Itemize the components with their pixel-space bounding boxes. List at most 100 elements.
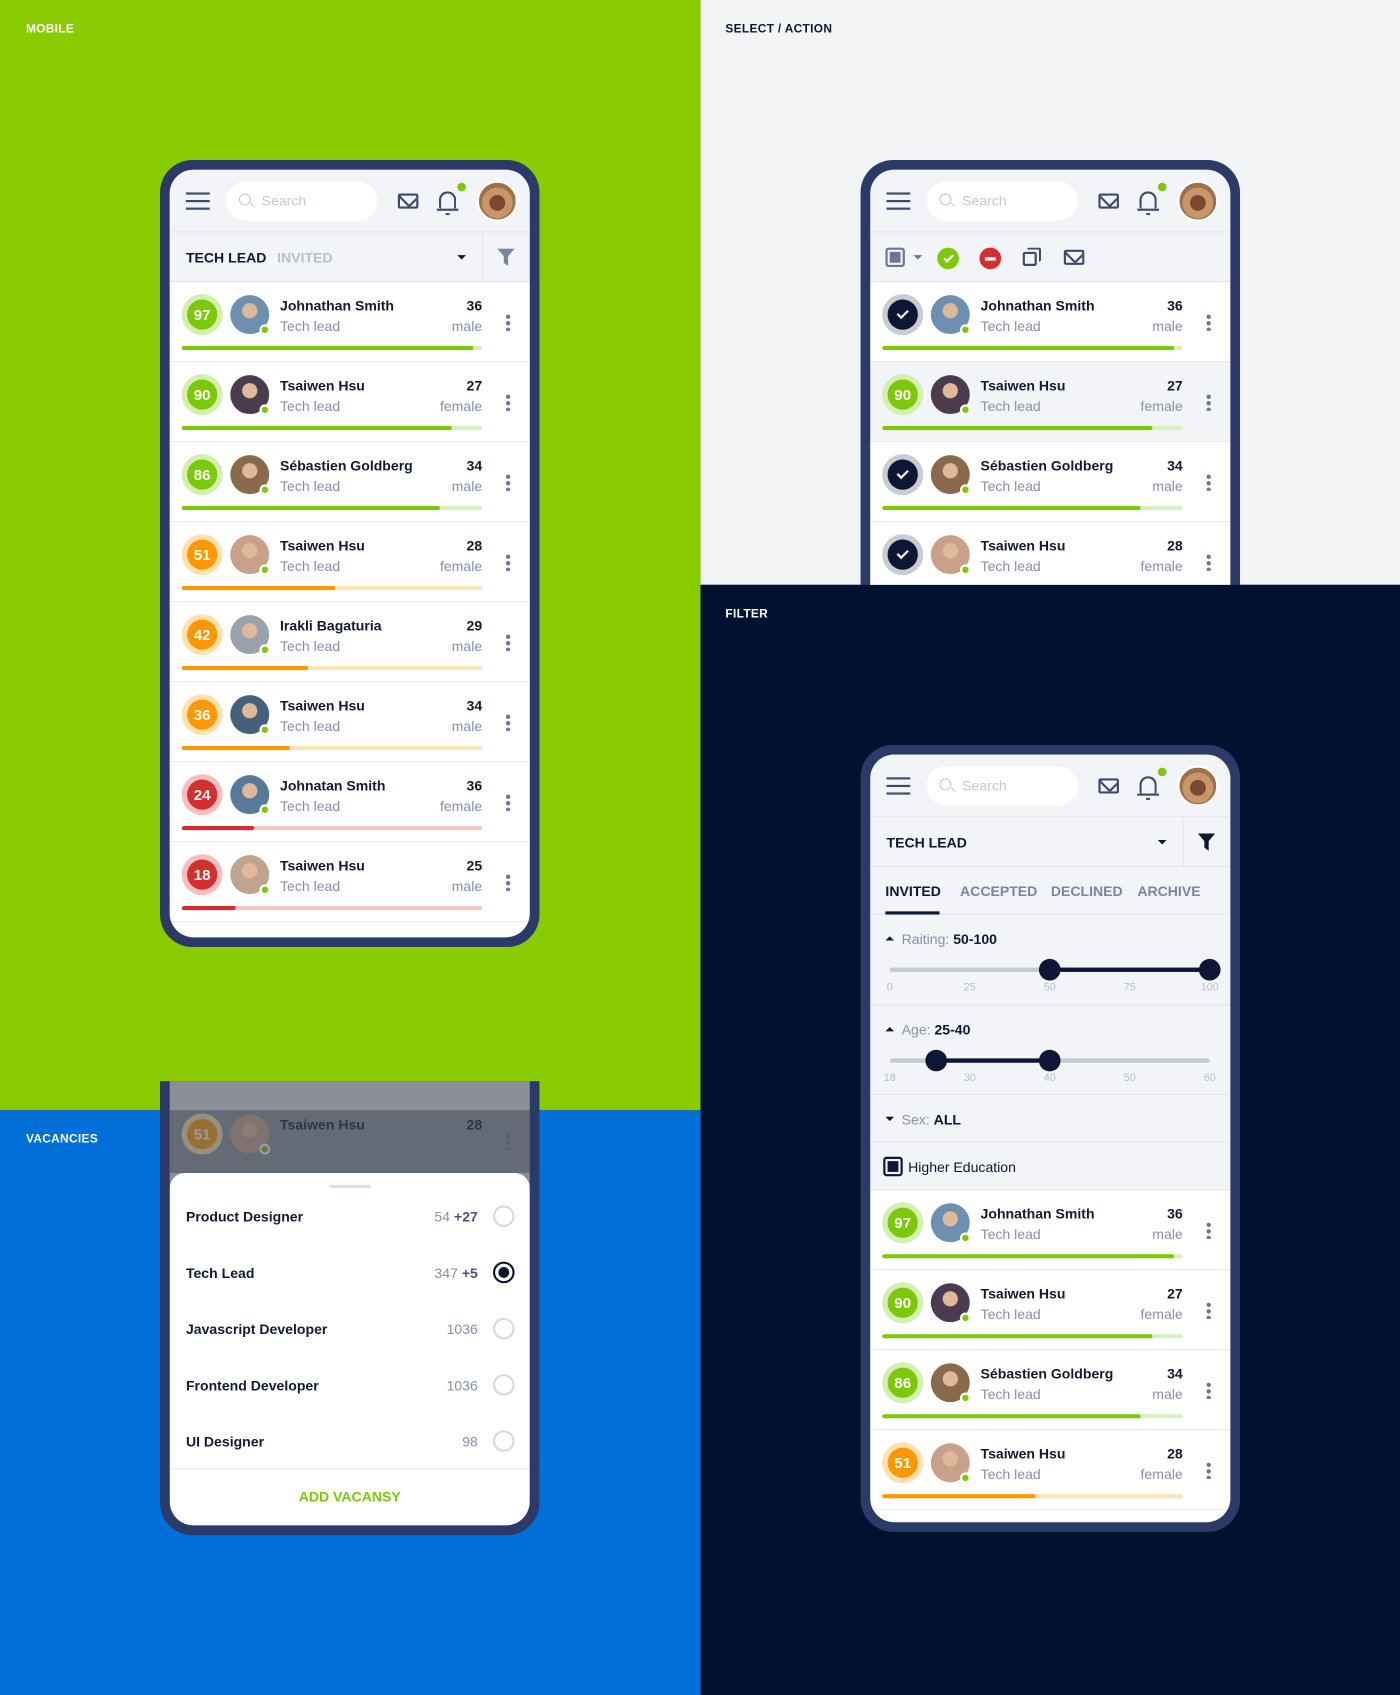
selected-checkbox[interactable] bbox=[882, 294, 924, 336]
vacancy-selector[interactable]: TECH LEAD INVITED bbox=[169, 232, 530, 283]
bell-icon[interactable] bbox=[1137, 776, 1159, 801]
tab-archive[interactable]: ARCHIVE bbox=[1137, 883, 1200, 899]
vacancy-option[interactable]: Tech Lead 347 +5 bbox=[170, 1245, 530, 1301]
drag-handle[interactable] bbox=[329, 1184, 371, 1189]
vacancy-selector[interactable]: TECH LEAD bbox=[870, 817, 1231, 868]
more-options-icon[interactable] bbox=[505, 713, 511, 731]
collapse-icon[interactable] bbox=[885, 1027, 895, 1032]
candidate-row[interactable]: 90 Tsaiwen Hsu Tech lead 27 female bbox=[870, 1270, 1231, 1351]
collapse-icon[interactable] bbox=[885, 936, 895, 941]
chevron-down-icon[interactable] bbox=[1157, 840, 1167, 845]
candidate-row[interactable]: 86 Sébastien Goldberg Tech lead 34 male bbox=[169, 442, 530, 523]
more-options-icon[interactable] bbox=[505, 793, 511, 811]
more-options-icon[interactable] bbox=[1206, 1461, 1211, 1479]
rating-slider[interactable] bbox=[889, 958, 1221, 981]
candidate-row[interactable]: 97 Johnathan Smith Tech lead 36 male bbox=[169, 282, 530, 363]
tab-invited[interactable]: INVITED bbox=[885, 883, 940, 899]
user-avatar[interactable] bbox=[1177, 765, 1219, 807]
search-input[interactable]: Search bbox=[225, 181, 378, 221]
select-all-checkbox[interactable] bbox=[885, 247, 905, 268]
mail-icon[interactable] bbox=[1063, 249, 1085, 265]
search-input[interactable]: Search bbox=[926, 181, 1078, 221]
sex-filter[interactable]: Sex: ALL bbox=[870, 1095, 1231, 1143]
approve-icon[interactable] bbox=[937, 247, 959, 270]
higher-education-checkbox[interactable] bbox=[883, 1156, 903, 1177]
bell-icon[interactable] bbox=[436, 191, 459, 216]
candidate-row[interactable]: 36 Tsaiwen Hsu Tech lead 34 male bbox=[169, 682, 530, 763]
user-avatar[interactable] bbox=[476, 180, 518, 222]
selected-checkbox[interactable] bbox=[882, 454, 924, 496]
selected-checkbox[interactable] bbox=[882, 534, 924, 576]
menu-icon[interactable] bbox=[886, 192, 911, 210]
candidate-row[interactable]: 51 Tsaiwen Hsu Tech lead 28 female bbox=[870, 1430, 1231, 1511]
vacancy-radio[interactable] bbox=[492, 1317, 515, 1340]
vacancy-radio[interactable] bbox=[492, 1205, 515, 1228]
menu-icon[interactable] bbox=[185, 192, 210, 210]
more-options-icon[interactable] bbox=[505, 473, 511, 491]
mail-icon[interactable] bbox=[397, 193, 419, 209]
copy-icon[interactable] bbox=[1022, 247, 1042, 267]
select-screen: Search Johnathan Smith Tech lead 36 male 90 T… bbox=[870, 169, 1231, 605]
mail-icon[interactable] bbox=[1098, 193, 1119, 209]
candidate-role: Tech lead bbox=[980, 1225, 1041, 1243]
candidate-name: Johnathan Smith bbox=[980, 1205, 1095, 1222]
slider-max-handle[interactable] bbox=[1198, 958, 1221, 981]
slider-min-handle[interactable] bbox=[1038, 958, 1061, 981]
slider-tick-label: 50 bbox=[1123, 1072, 1136, 1085]
decline-icon[interactable] bbox=[979, 247, 1002, 270]
mail-icon[interactable] bbox=[1098, 778, 1119, 794]
more-options-icon[interactable] bbox=[1206, 1381, 1211, 1399]
vacancy-name: Javascript Developer bbox=[185, 1321, 328, 1338]
more-options-icon[interactable] bbox=[1206, 473, 1211, 491]
more-options-icon[interactable] bbox=[1206, 393, 1211, 411]
candidate-name: Tsaiwen Hsu bbox=[280, 377, 365, 394]
chevron-down-icon[interactable] bbox=[913, 255, 923, 260]
chevron-down-icon[interactable] bbox=[457, 255, 466, 260]
more-options-icon[interactable] bbox=[505, 393, 511, 411]
vacancy-option[interactable]: UI Designer 98 bbox=[170, 1414, 530, 1470]
candidate-name: Johnatan Smith bbox=[280, 777, 386, 794]
candidate-row[interactable]: Sébastien Goldberg Tech lead 34 male bbox=[870, 442, 1231, 523]
candidate-row[interactable]: 90 Tsaiwen Hsu Tech lead 27 female bbox=[870, 362, 1231, 443]
candidate-row[interactable]: 90 Tsaiwen Hsu Tech lead 27 female bbox=[169, 362, 530, 443]
bell-icon[interactable] bbox=[1137, 191, 1159, 216]
candidate-row[interactable]: 51 Tsaiwen Hsu Tech lead 28 female bbox=[169, 522, 530, 603]
add-vacancy-button[interactable]: ADD VACANSY bbox=[170, 1489, 530, 1505]
more-options-icon[interactable] bbox=[1206, 553, 1211, 571]
candidate-row[interactable]: 24 Johnatan Smith Tech lead 36 female bbox=[169, 762, 530, 843]
candidate-row[interactable]: 86 Sébastien Goldberg Tech lead 34 male bbox=[870, 1350, 1231, 1431]
more-options-icon[interactable] bbox=[1206, 1221, 1211, 1239]
rating-progress-fill bbox=[181, 905, 236, 911]
filter-icon[interactable] bbox=[497, 248, 515, 266]
online-indicator bbox=[960, 1232, 971, 1244]
dim-overlay[interactable] bbox=[169, 1110, 530, 1173]
vacancy-radio[interactable] bbox=[492, 1430, 515, 1452]
candidate-row[interactable]: Johnathan Smith Tech lead 36 male bbox=[870, 282, 1231, 363]
candidate-row[interactable]: 42 Irakli Bagaturia Tech lead 29 male bbox=[169, 602, 530, 683]
candidate-role: Tech lead bbox=[280, 877, 341, 895]
vacancy-radio[interactable] bbox=[492, 1374, 515, 1396]
more-options-icon[interactable] bbox=[505, 633, 511, 651]
candidate-row[interactable]: 97 Johnathan Smith Tech lead 36 male bbox=[870, 1190, 1231, 1271]
vacancy-option[interactable]: Product Designer 54 +27 bbox=[170, 1189, 530, 1245]
more-options-icon[interactable] bbox=[505, 873, 511, 891]
filter-icon[interactable] bbox=[1197, 833, 1216, 851]
search-input[interactable]: Search bbox=[926, 766, 1078, 806]
tab-accepted[interactable]: ACCEPTED bbox=[960, 883, 1037, 899]
candidate-row[interactable]: 18 Tsaiwen Hsu Tech lead 25 male bbox=[169, 842, 530, 923]
expand-icon[interactable] bbox=[885, 1116, 895, 1122]
more-options-icon[interactable] bbox=[505, 553, 511, 571]
higher-education-filter[interactable]: Higher Education bbox=[870, 1142, 1231, 1191]
slider-min-handle[interactable] bbox=[925, 1049, 948, 1072]
menu-icon[interactable] bbox=[886, 777, 911, 795]
more-options-icon[interactable] bbox=[1206, 1301, 1211, 1319]
more-options-icon[interactable] bbox=[1206, 313, 1211, 331]
age-slider[interactable] bbox=[889, 1049, 1210, 1072]
user-avatar[interactable] bbox=[1177, 180, 1219, 222]
vacancy-option[interactable]: Javascript Developer 1036 bbox=[170, 1302, 530, 1358]
tab-declined[interactable]: DECLINED bbox=[1051, 883, 1123, 899]
vacancy-radio[interactable] bbox=[492, 1261, 515, 1284]
more-options-icon[interactable] bbox=[505, 313, 511, 331]
vacancy-option[interactable]: Frontend Developer 1036 bbox=[170, 1358, 530, 1414]
slider-max-handle[interactable] bbox=[1038, 1049, 1061, 1072]
